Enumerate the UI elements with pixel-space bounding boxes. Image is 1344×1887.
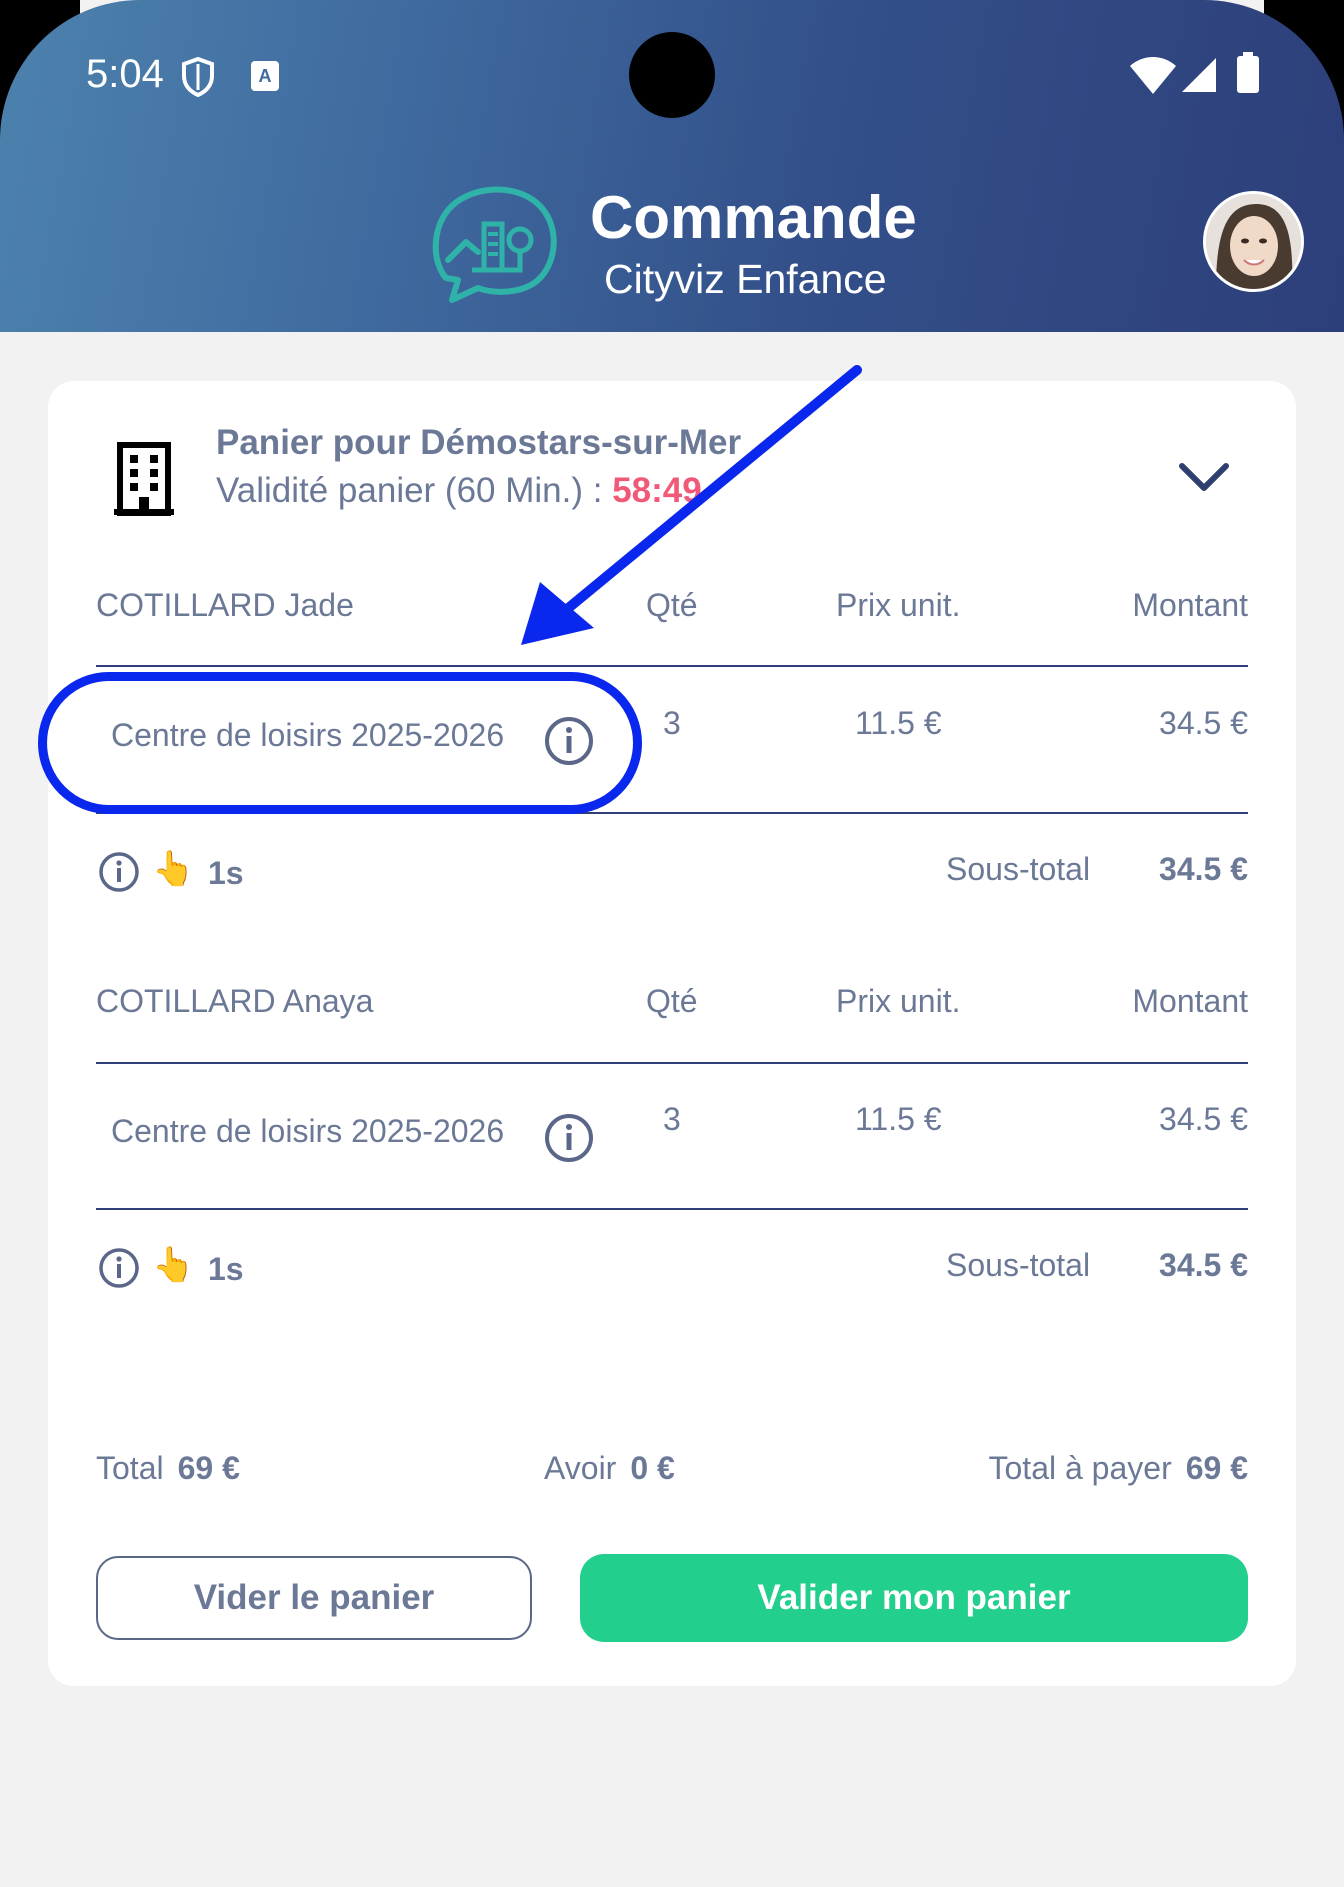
cityviz-logo [432, 186, 557, 303]
cart-validity: Validité panier (60 Min.) : 58:49 [216, 471, 702, 511]
duration: 1s [208, 1251, 244, 1287]
column-qty: Qté [646, 983, 698, 1019]
total-value: 69 € [177, 1450, 240, 1486]
column-unit-price: Prix unit. [836, 983, 961, 1019]
subtotal-label: Sous-total [946, 851, 1091, 887]
subtotal-value: 34.5 € [1159, 851, 1248, 887]
child-name: COTILLARD Anaya [96, 983, 374, 1019]
cart-card: Panier pour Démostars-sur-Mer Validité p… [48, 381, 1296, 1686]
total: Total 69 € [96, 1450, 240, 1487]
highlight-ellipse [38, 672, 642, 814]
camera-cutout [629, 32, 715, 118]
subtotal-value: 34.5 € [1159, 1247, 1248, 1283]
app-notification-icon: A [251, 61, 279, 91]
info-icon[interactable] [98, 1247, 140, 1289]
child-name: COTILLARD Jade [96, 587, 354, 623]
app-header: 5:04 A Commande Cityviz Enfance [0, 0, 1344, 332]
credit-value: 0 € [630, 1450, 675, 1486]
clear-cart-button[interactable]: Vider le panier [96, 1556, 532, 1640]
chevron-down-icon[interactable] [1178, 461, 1230, 493]
validity-label: Validité panier (60 Min.) : [216, 471, 603, 510]
signal-icon [1182, 58, 1216, 92]
validity-timer: 58:49 [612, 471, 702, 510]
shield-icon [182, 56, 214, 98]
divider [96, 1208, 1248, 1210]
building-icon [114, 442, 174, 516]
credit-label: Avoir [544, 1450, 617, 1486]
wifi-icon [1130, 57, 1176, 94]
divider [96, 1062, 1248, 1064]
to-pay-value: 69 € [1185, 1450, 1248, 1486]
info-icon[interactable] [98, 851, 140, 893]
item-amount: 34.5 € [1159, 1101, 1248, 1137]
status-time: 5:04 [86, 52, 164, 96]
column-unit-price: Prix unit. [836, 587, 961, 623]
item-unit-price: 11.5 € [855, 1101, 942, 1137]
total-to-pay: Total à payer 69 € [989, 1450, 1249, 1487]
item-amount: 34.5 € [1159, 705, 1248, 741]
duration: 1s [208, 855, 244, 891]
pointer-icon: 👆 [152, 1246, 195, 1284]
to-pay-label: Total à payer [988, 1450, 1172, 1486]
total-label: Total [96, 1450, 164, 1486]
info-icon[interactable] [544, 1113, 594, 1163]
avatar[interactable] [1203, 191, 1304, 292]
item-label: Centre de loisirs 2025-2026 [111, 1113, 505, 1149]
credit: Avoir 0 € [544, 1450, 675, 1487]
divider [96, 665, 1248, 667]
item-qty: 3 [663, 1101, 681, 1137]
subtotal-label: Sous-total [946, 1247, 1091, 1283]
svg-text:A: A [259, 66, 272, 86]
pointer-icon: 👆 [152, 850, 195, 888]
page-subtitle: Cityviz Enfance [604, 256, 887, 302]
page-title: Commande [590, 184, 917, 251]
column-amount: Montant [1132, 587, 1248, 623]
column-amount: Montant [1132, 983, 1248, 1019]
battery-icon [1237, 52, 1259, 93]
item-qty: 3 [663, 705, 681, 741]
item-unit-price: 11.5 € [855, 705, 942, 741]
validate-cart-button[interactable]: Valider mon panier [580, 1554, 1248, 1642]
avatar-photo [1206, 194, 1301, 289]
cart-title: Panier pour Démostars-sur-Mer [216, 423, 742, 462]
column-qty: Qté [646, 587, 698, 623]
